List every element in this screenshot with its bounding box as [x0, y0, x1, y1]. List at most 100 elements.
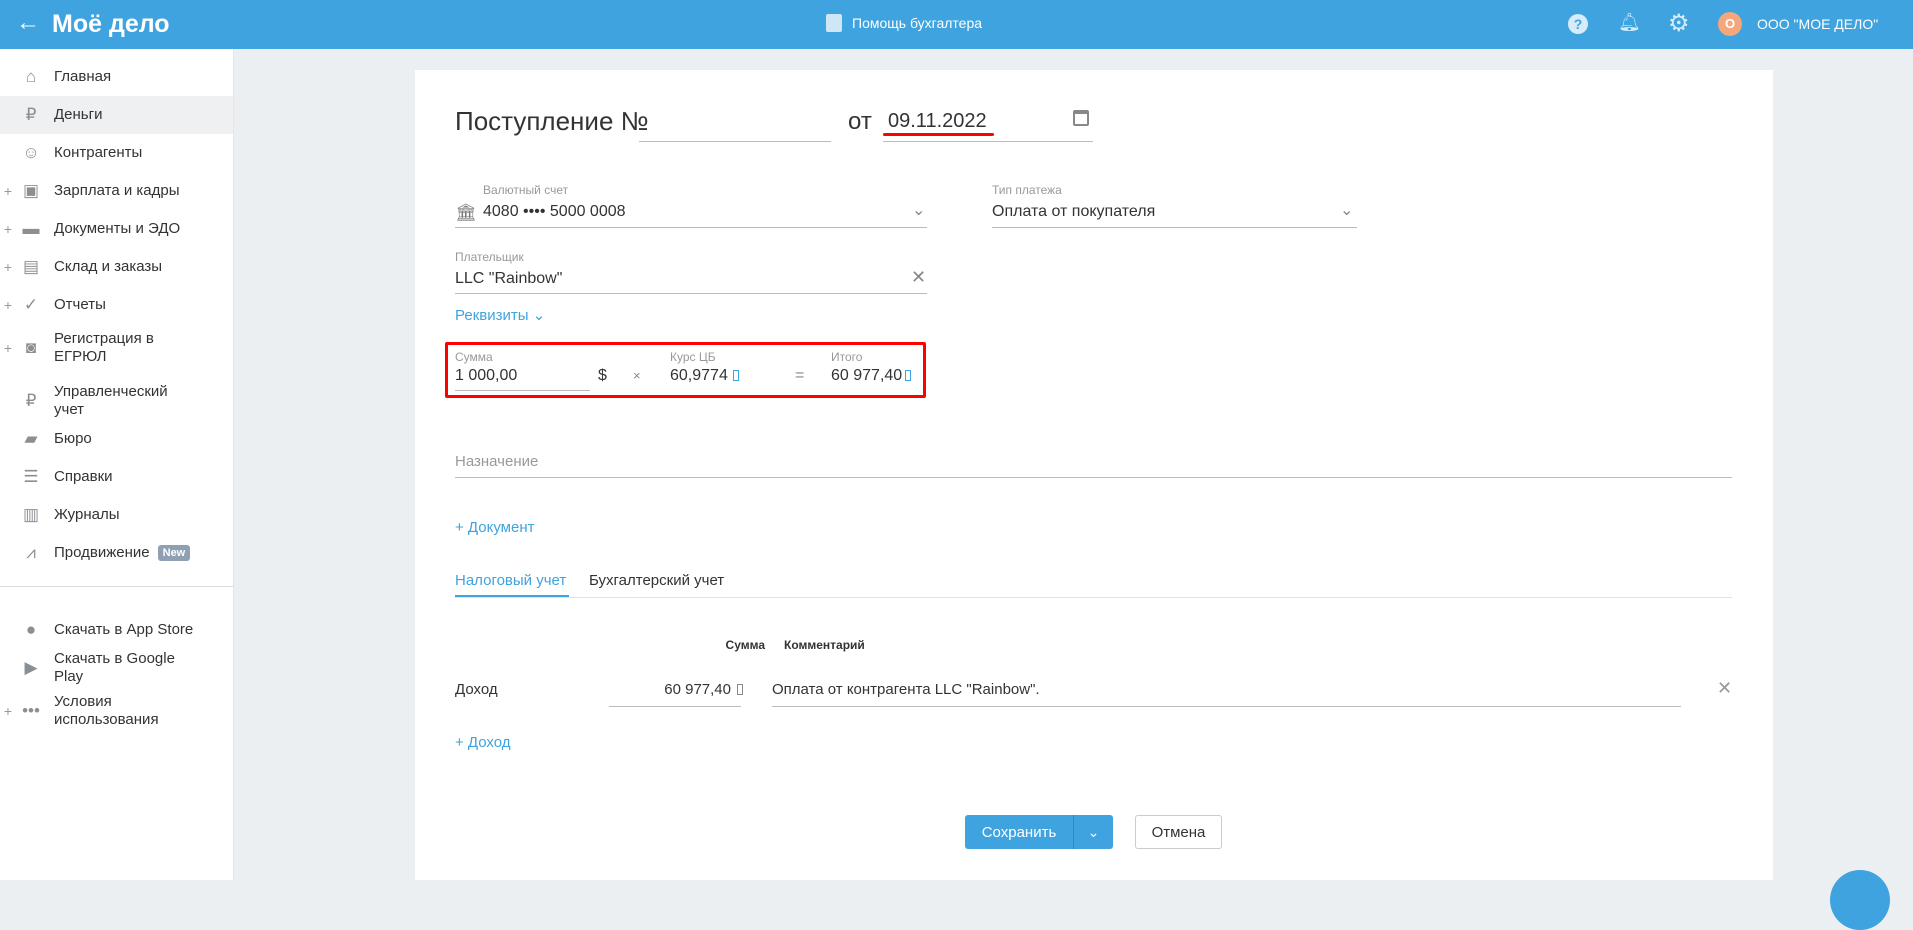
- save-options-chevron-icon[interactable]: ⌄: [1074, 824, 1113, 841]
- payer-line: [455, 293, 927, 294]
- column-sum-header: Сумма: [725, 638, 765, 652]
- comment-line: [772, 706, 1681, 707]
- expand-icon: +: [3, 703, 13, 719]
- purpose-input[interactable]: Назначение: [455, 453, 538, 470]
- sidebar-divider: [0, 586, 233, 587]
- expand-icon[interactable]: +: [0, 340, 16, 356]
- sidebar-item[interactable]: + ▤ Склад и заказы: [0, 248, 233, 286]
- payment-type-label: Тип платежа: [992, 183, 1062, 197]
- page-title: Поступление №: [455, 106, 649, 136]
- sidebar-item[interactable]: ☰ Справки: [0, 458, 233, 496]
- sidebar-item-label: Документы и ЭДО: [54, 220, 181, 237]
- google-play-icon: ▶: [24, 658, 38, 677]
- contractors-icon: ☺: [22, 143, 40, 162]
- total-label: Итого: [831, 350, 863, 364]
- payment-form: Поступление № от 09.11.2022 Валютный сче…: [415, 70, 1773, 880]
- from-label: от: [848, 108, 872, 135]
- delete-row-icon[interactable]: ✕: [1717, 678, 1732, 699]
- chart-icon: ⩘: [26, 543, 36, 562]
- sidebar-item[interactable]: ⌂ Главная: [0, 58, 233, 96]
- bank-icon: 🏛︎: [455, 203, 477, 222]
- number-input[interactable]: [639, 141, 831, 142]
- company-name[interactable]: ООО "МОЕ ДЕЛО": [1757, 16, 1878, 32]
- comment-input[interactable]: Оплата от контрагента LLC "Rainbow".: [772, 681, 1040, 698]
- expand-icon[interactable]: +: [0, 259, 16, 275]
- sum-input[interactable]: 1 000,00: [455, 367, 517, 385]
- journal-icon: ▥: [22, 505, 40, 524]
- money-icon: ₽: [25, 105, 37, 124]
- warehouse-icon: ▤: [22, 257, 40, 276]
- home-icon: ⌂: [25, 67, 37, 86]
- details-link[interactable]: Реквизиты ⌄: [455, 306, 545, 324]
- expand-icon[interactable]: +: [0, 183, 16, 199]
- sidebar-item[interactable]: ⩘ Продвижение New: [0, 534, 233, 572]
- sidebar-item[interactable]: + ◙ Регистрация в ЕГРЮЛ: [0, 324, 233, 372]
- sidebar-item-label: Журналы: [54, 506, 120, 523]
- sidebar-item[interactable]: + ✓ Отчеты: [0, 286, 233, 324]
- report-icon: ✓: [23, 295, 39, 314]
- chevron-down-icon[interactable]: ⌄: [912, 200, 925, 220]
- sidebar-item[interactable]: ₽ Деньги: [0, 96, 233, 134]
- apple-icon: ●: [25, 620, 37, 639]
- sidebar-item-label: Отчеты: [54, 296, 106, 313]
- ruble-icon: [905, 370, 911, 381]
- add-income-link[interactable]: + Доход: [455, 734, 511, 751]
- income-label: Доход: [455, 681, 498, 698]
- calendar-icon[interactable]: [1073, 110, 1089, 126]
- logo[interactable]: Моё дело: [52, 10, 170, 39]
- sum-label: Сумма: [455, 350, 493, 364]
- tab-tax[interactable]: Налоговый учет: [455, 572, 566, 589]
- sidebar-item[interactable]: + ••• Условия использования: [0, 687, 233, 735]
- rate-label: Курс ЦБ: [670, 350, 716, 364]
- help-icon[interactable]: ?: [1568, 14, 1588, 34]
- gear-icon[interactable]: ⚙: [1668, 9, 1690, 38]
- sidebar: ⌂ Главная ₽ Деньги ☺ Контрагенты + ▣ Зарплата и …: [0, 49, 234, 880]
- save-button[interactable]: Сохранить ⌄: [965, 815, 1113, 849]
- clear-icon[interactable]: ✕: [911, 267, 926, 288]
- date-input[interactable]: 09.11.2022: [888, 110, 987, 133]
- sidebar-item-label: Склад и заказы: [54, 258, 163, 275]
- sidebar-item[interactable]: ☺ Контрагенты: [0, 134, 233, 172]
- help-center-icon[interactable]: [826, 14, 842, 32]
- payment-type-select[interactable]: Оплата от покупателя: [992, 203, 1155, 221]
- new-badge: New: [157, 545, 191, 561]
- sidebar-item[interactable]: ▰ Бюро: [0, 420, 233, 458]
- bell-icon[interactable]: 🔔︎: [1618, 12, 1641, 33]
- ruble-icon: [737, 684, 743, 695]
- payer-label: Плательщик: [455, 250, 524, 264]
- tab-accounting[interactable]: Бухгалтерский учет: [589, 572, 724, 589]
- sidebar-item-label: Деньги: [54, 106, 103, 123]
- sidebar-item[interactable]: ● Скачать в App Store: [0, 611, 233, 649]
- briefcase-icon: ▰: [24, 429, 38, 448]
- cancel-button[interactable]: Отмена: [1135, 815, 1222, 849]
- sidebar-item-label: Управленческий учет: [54, 383, 168, 418]
- column-comment-header: Комментарий: [784, 638, 865, 652]
- details-link-label: Реквизиты: [455, 307, 529, 324]
- registration-icon: ◙: [25, 338, 37, 357]
- help-center-link[interactable]: Помощь бухгалтера: [852, 15, 982, 31]
- reference-icon: ☰: [23, 467, 39, 486]
- chevron-down-icon[interactable]: ⌄: [1340, 200, 1353, 220]
- sidebar-item-label: Скачать в App Store: [54, 621, 194, 638]
- sidebar-item[interactable]: ▶ Скачать в Google Play: [0, 649, 233, 687]
- sidebar-item-label: Условия использования: [54, 693, 159, 728]
- equals-sign: =: [795, 367, 805, 384]
- sidebar-item-label: Зарплата и кадры: [54, 182, 180, 199]
- account-select[interactable]: 4080 •••• 5000 0008: [483, 203, 626, 221]
- sidebar-item[interactable]: ▥ Журналы: [0, 496, 233, 534]
- sidebar-item[interactable]: ₽ Управленческий учет: [0, 382, 233, 420]
- account-label: Валютный счет: [483, 183, 569, 197]
- sidebar-item[interactable]: + ▣ Зарплата и кадры: [0, 172, 233, 210]
- income-amount-input[interactable]: 60 977,40: [609, 681, 731, 698]
- back-arrow-icon[interactable]: ←: [16, 9, 40, 37]
- payer-input[interactable]: LLC "Rainbow": [455, 270, 562, 288]
- expand-icon[interactable]: +: [0, 297, 16, 313]
- chat-button[interactable]: [1830, 870, 1890, 930]
- amount-line: [609, 706, 741, 707]
- expand-icon[interactable]: +: [0, 221, 16, 237]
- add-document-link[interactable]: + Документ: [455, 519, 534, 536]
- sidebar-item[interactable]: + ▬ Документы и ЭДО: [0, 210, 233, 248]
- sidebar-item-label: Продвижение: [54, 544, 150, 561]
- tabs-divider: [455, 597, 1732, 598]
- avatar[interactable]: О: [1718, 12, 1742, 36]
